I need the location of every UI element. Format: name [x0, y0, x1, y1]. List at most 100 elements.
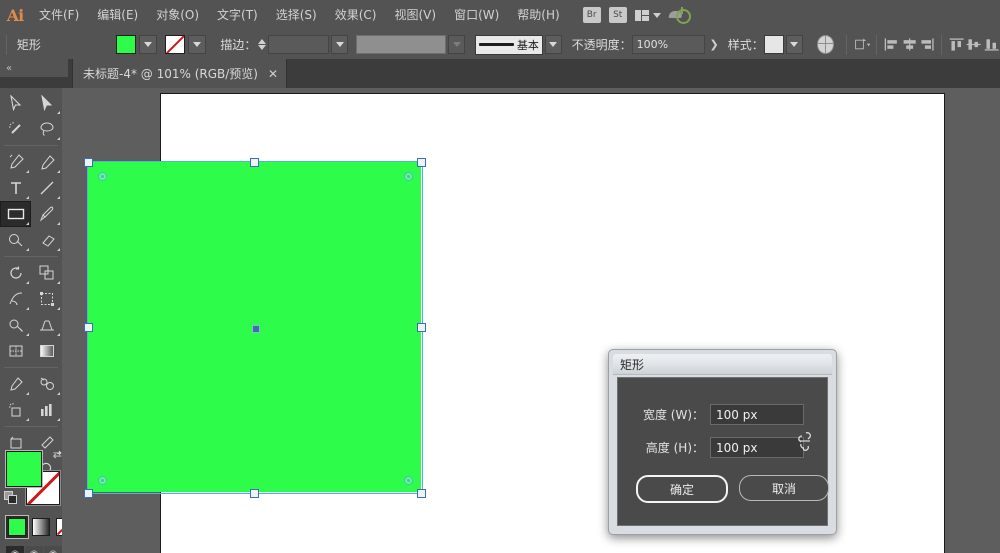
column-graph-tool[interactable]: [31, 397, 62, 423]
graphic-style-swatch[interactable]: [763, 35, 784, 54]
gradient-tool[interactable]: [31, 338, 62, 364]
toolbar-fill-swatch[interactable]: [6, 451, 42, 487]
handle-bottom-left[interactable]: [84, 489, 93, 498]
cancel-button[interactable]: 取消: [739, 475, 829, 501]
symbol-sprayer-tool[interactable]: [0, 397, 31, 423]
height-input[interactable]: 100 px: [710, 437, 804, 458]
canvas-area[interactable]: 矩形 宽度 (W)： 100 px 高度 (H)： 100 px 确定 取消: [62, 88, 1000, 553]
menu-edit[interactable]: 编辑(E): [88, 0, 147, 30]
anchor-bottom-left[interactable]: [98, 476, 107, 485]
handle-bottom-right[interactable]: [417, 489, 426, 498]
selected-shape-label: 矩形: [16, 38, 41, 52]
handle-top-right[interactable]: [417, 158, 426, 167]
curvature-tool[interactable]: [31, 149, 62, 175]
anchor-top-left[interactable]: [98, 172, 107, 181]
stroke-color-swatch[interactable]: [165, 35, 186, 54]
shape-builder-tool[interactable]: [0, 312, 31, 338]
width-tool[interactable]: [0, 286, 31, 312]
menu-type[interactable]: 文字(T): [208, 0, 267, 30]
fill-swatch-dropdown[interactable]: [139, 35, 158, 54]
anchor-bottom-right[interactable]: [404, 476, 413, 485]
rectangle-tool[interactable]: [0, 201, 31, 227]
paintbrush-tool[interactable]: [31, 201, 62, 227]
handle-middle-right[interactable]: [417, 323, 426, 332]
screen-mode-normal[interactable]: ◉: [6, 546, 24, 553]
align-top-icon[interactable]: [948, 36, 965, 53]
document-tab-title: 未标题-4* @ 101% (RGB/预览): [83, 67, 258, 81]
swap-fill-stroke-icon[interactable]: ⇄: [53, 448, 62, 461]
opacity-value: 100%: [636, 38, 669, 51]
scale-tool[interactable]: [31, 260, 62, 286]
screen-mode-buttons: ◉ ◉ ◉: [6, 546, 62, 553]
height-label: 高度 (H)：: [645, 441, 704, 455]
tools-grid: [0, 88, 62, 482]
fill-color-swatch[interactable]: [116, 35, 137, 54]
perspective-grid-tool[interactable]: [31, 312, 62, 338]
stroke-weight-stepper[interactable]: [258, 39, 267, 50]
free-transform-tool[interactable]: [31, 286, 62, 312]
handle-middle-left[interactable]: [84, 323, 93, 332]
rotate-tool[interactable]: [0, 260, 31, 286]
opacity-flyout-arrow-icon[interactable]: ❯: [709, 38, 718, 51]
bridge-badge-icon[interactable]: Br: [582, 7, 601, 23]
document-tab[interactable]: 未标题-4* @ 101% (RGB/预览) ✕: [72, 59, 288, 88]
selection-tool[interactable]: [0, 90, 31, 116]
handle-bottom-center[interactable]: [250, 489, 259, 498]
opacity-input[interactable]: 100%: [631, 35, 706, 54]
stroke-weight-dropdown[interactable]: [331, 35, 349, 54]
menu-effect[interactable]: 效果(C): [326, 0, 386, 30]
stock-badge-icon[interactable]: St: [608, 7, 627, 23]
rectangle-dialog: 矩形 宽度 (W)： 100 px 高度 (H)： 100 px 确定 取消: [608, 349, 837, 535]
dialog-buttons: 确定 取消: [636, 475, 829, 503]
eraser-tool[interactable]: [31, 227, 62, 253]
graphic-style-dropdown[interactable]: [785, 35, 803, 54]
variable-width-profile-field[interactable]: [356, 35, 447, 54]
align-left-icon[interactable]: [883, 36, 900, 53]
menu-view[interactable]: 视图(V): [385, 0, 445, 30]
brush-definition-field[interactable]: 基本: [474, 34, 544, 55]
recolor-artwork-icon[interactable]: [816, 35, 835, 54]
menu-window[interactable]: 窗口(W): [445, 0, 508, 30]
center-anchor-point[interactable]: [252, 325, 260, 333]
control-bar: 矩形 描边： 基本 不透明度： 100% ❯ 样式：: [0, 30, 1000, 60]
direct-selection-tool[interactable]: [31, 90, 62, 116]
shaper-tool[interactable]: [0, 227, 31, 253]
lasso-tool[interactable]: [31, 116, 62, 142]
align-bottom-icon[interactable]: [983, 36, 1000, 53]
transform-icon[interactable]: [853, 36, 871, 53]
handle-top-left[interactable]: [84, 158, 93, 167]
anchor-top-right[interactable]: [404, 172, 413, 181]
brush-definition-dropdown[interactable]: [545, 35, 562, 54]
close-icon[interactable]: ✕: [268, 67, 278, 81]
stroke-weight-field[interactable]: [268, 35, 330, 54]
menu-object[interactable]: 对象(O): [147, 0, 208, 30]
default-fill-stroke-icon[interactable]: [4, 491, 17, 504]
stroke-swatch-dropdown[interactable]: [188, 35, 207, 54]
align-vertical-center-icon[interactable]: [965, 36, 982, 53]
eyedropper-tool[interactable]: [0, 371, 31, 397]
menu-help[interactable]: 帮助(H): [508, 0, 568, 30]
creative-cloud-icon[interactable]: [668, 6, 691, 24]
align-right-icon[interactable]: [918, 36, 935, 53]
gradient-mode-button[interactable]: [32, 518, 50, 536]
line-segment-tool[interactable]: [31, 175, 62, 201]
handle-top-center[interactable]: [250, 158, 259, 167]
color-mode-button[interactable]: [8, 518, 26, 536]
workspace-switcher-icon[interactable]: [634, 9, 661, 21]
menu-select[interactable]: 选择(S): [267, 0, 326, 30]
magic-wand-tool[interactable]: [0, 116, 31, 142]
width-input[interactable]: 100 px: [710, 404, 804, 425]
illustrator-window: Ai 文件(F) 编辑(E) 对象(O) 文字(T) 选择(S) 效果(C) 视…: [0, 0, 1000, 553]
blend-tool[interactable]: [31, 371, 62, 397]
menu-file[interactable]: 文件(F): [30, 0, 88, 30]
ok-button[interactable]: 确定: [636, 475, 728, 503]
broken-chain-link-icon[interactable]: [797, 430, 813, 456]
type-tool[interactable]: [0, 175, 31, 201]
panel-collapse-button[interactable]: «: [0, 59, 68, 77]
align-horizontal-center-icon[interactable]: [901, 36, 918, 53]
screen-mode-full[interactable]: ◉: [44, 546, 62, 553]
pen-tool[interactable]: [0, 149, 31, 175]
chevron-down-icon: [335, 42, 344, 47]
mesh-tool[interactable]: [0, 338, 31, 364]
screen-mode-full-menubar[interactable]: ◉: [25, 546, 43, 553]
